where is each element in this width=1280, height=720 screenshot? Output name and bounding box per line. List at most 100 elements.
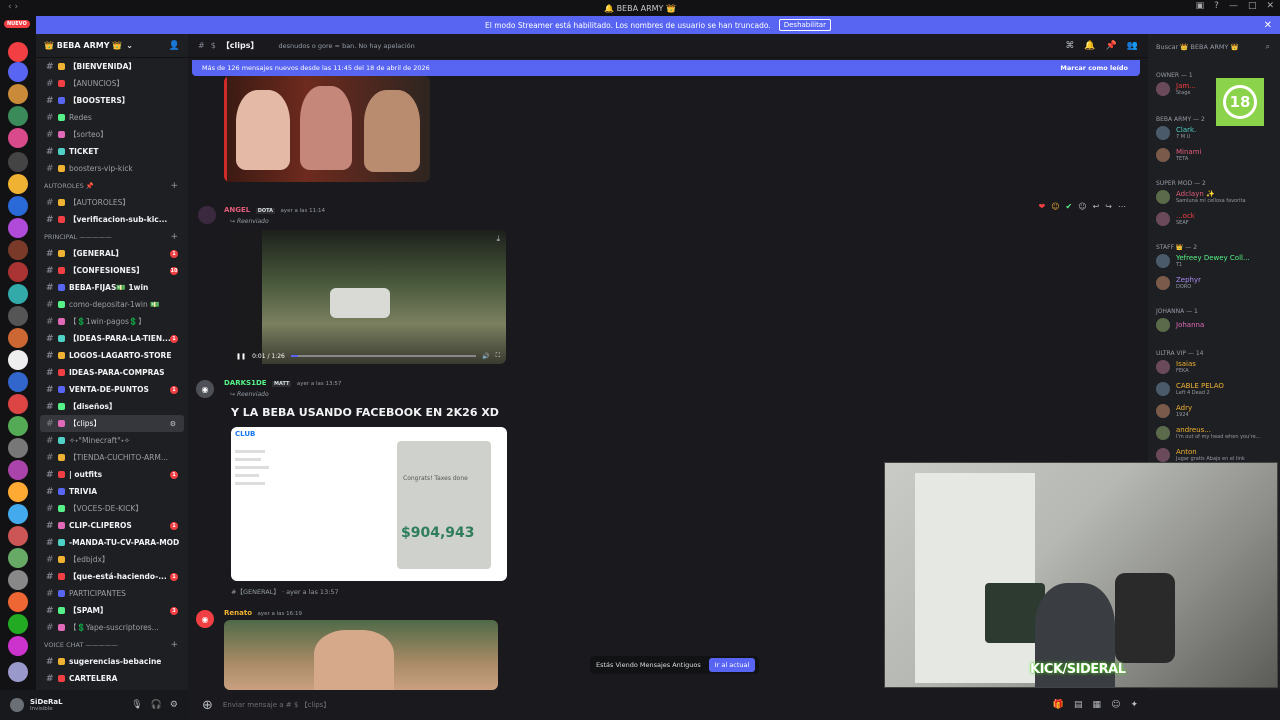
channel-item[interactable]: # sugerencias-bebacine [36, 653, 188, 670]
channel-item[interactable]: # CARTELERA [36, 670, 188, 687]
server-icon[interactable] [8, 548, 28, 568]
microphone-icon[interactable]: 🎙 [131, 700, 142, 710]
channel-item[interactable]: # 【BIENVENIDA】 [36, 58, 188, 75]
member-item[interactable]: ...ock SEAF [1156, 210, 1195, 228]
search-input[interactable]: Buscar 👑 BEBA ARMY 👑 ⌕ [1152, 40, 1276, 54]
channel-item[interactable]: # ✧˖°Minecraft°˖✧ [36, 432, 188, 449]
server-icon[interactable] [8, 526, 28, 546]
image-attachment[interactable] [224, 620, 498, 690]
server-icon[interactable] [8, 636, 28, 656]
help-icon[interactable]: ? [1214, 1, 1219, 11]
server-icon[interactable] [8, 84, 28, 104]
channel-item[interactable]: # 【edbjdx】 [36, 551, 188, 568]
headphones-icon[interactable]: 🎧 [151, 700, 162, 710]
channel-item[interactable]: # 【CONFESIONES】 10 [36, 262, 188, 279]
server-icon[interactable] [8, 62, 28, 82]
server-icon[interactable] [8, 106, 28, 126]
member-item[interactable]: Adry 1924 [1156, 402, 1192, 420]
channel-item[interactable]: # BEBA-FIJAS💵 1win [36, 279, 188, 296]
members-icon[interactable]: 👥 [1127, 41, 1138, 51]
category-autoroles[interactable]: AUTOROLES 📌 + [36, 177, 188, 194]
image-attachment[interactable] [224, 76, 430, 182]
avatar[interactable]: ◉ [196, 380, 214, 398]
member-item[interactable]: Clark. 7 M U [1156, 124, 1196, 142]
server-icon[interactable] [8, 460, 28, 480]
member-item[interactable]: CABLE PELAO Left 4 Dead 2 [1156, 380, 1224, 398]
nav-arrows[interactable]: ‹ › [8, 2, 18, 12]
channel-item[interactable]: # 【que-está-haciendo-... 1 [36, 568, 188, 585]
server-icon[interactable] [8, 504, 28, 524]
server-icon[interactable] [8, 262, 28, 282]
channel-item[interactable]: # TRIVIA [36, 483, 188, 500]
server-icon[interactable] [8, 306, 28, 326]
channel-item[interactable]: # 【clips】 ⚙ [40, 415, 184, 432]
pause-icon[interactable]: ❚❚ [236, 353, 246, 360]
minimize-button[interactable]: — [1229, 1, 1238, 11]
server-icon[interactable] [8, 570, 28, 590]
message-input[interactable]: Enviar mensaje a # $ 【clips】 [223, 700, 330, 710]
jump-to-present-button[interactable]: Ir al actual [708, 658, 756, 672]
gif-icon[interactable]: ▤ [1074, 700, 1083, 710]
forward-icon[interactable]: ↪ [1105, 202, 1112, 211]
emoji-icon[interactable]: ☺ [1111, 700, 1120, 710]
server-icon[interactable] [8, 350, 28, 370]
check-reaction-icon[interactable]: ✔ [1066, 202, 1073, 211]
channel-item[interactable]: # CLIP-CLIPEROS 1 [36, 517, 188, 534]
channel-item[interactable]: # 【ANUNCIOS】 [36, 75, 188, 92]
server-icon[interactable] [8, 438, 28, 458]
server-icon[interactable] [8, 394, 28, 414]
channel-item[interactable]: # 【SPAM】 3 [36, 602, 188, 619]
member-item[interactable]: Johanna [1156, 316, 1204, 334]
add-attachment-icon[interactable]: ⊕ [202, 698, 213, 713]
channel-item[interactable]: # IDEAS-PARA-COMPRAS [36, 364, 188, 381]
channel-item[interactable]: # 【IDEAS-PARA-LA-TIEN... 1 [36, 330, 188, 347]
channel-item[interactable]: # 【GENERAL】 1 [36, 245, 188, 262]
add-channel-icon[interactable]: + [170, 232, 178, 242]
member-item[interactable]: Isaias FEKA [1156, 358, 1196, 376]
server-icon[interactable] [8, 196, 28, 216]
channel-item[interactable]: # 【diseños】 [36, 398, 188, 415]
channel-item[interactable]: # 【VOCES-DE-KICK】 [36, 500, 188, 517]
message-author[interactable]: ANGEL DOTA ayer a las 11:14 [224, 206, 325, 214]
message-author[interactable]: Renato ayer a las 16:19 [224, 609, 302, 617]
disable-streamer-button[interactable]: Deshabilitar [778, 19, 831, 31]
more-icon[interactable]: ⋯ [1118, 202, 1126, 211]
server-icon[interactable] [8, 482, 28, 502]
avatar[interactable]: ◉ [196, 610, 214, 628]
bell-icon[interactable]: 🔔 [1084, 41, 1095, 51]
channel-item[interactable]: # -MANDA-TU-CV-PARA-MOD [36, 534, 188, 551]
close-window-button[interactable]: ✕ [1266, 1, 1274, 11]
server-icon[interactable] [8, 372, 28, 392]
fullscreen-icon[interactable]: ⛶ [496, 352, 500, 360]
server-icon[interactable] [8, 592, 28, 612]
channel-item[interactable]: # 【BOOSTERS】 [36, 92, 188, 109]
channel-item[interactable]: # Redes [36, 109, 188, 126]
category-principal[interactable]: PRINCIPAL ————— + [36, 228, 188, 245]
channel-item[interactable]: # 【💲1win-pagos💲】 [36, 313, 188, 330]
sticker-icon[interactable]: ▦ [1093, 700, 1102, 710]
channel-item[interactable]: # boosters-vip-kick [36, 160, 188, 177]
add-channel-icon[interactable]: + [170, 640, 178, 650]
threads-icon[interactable]: ⌘ [1065, 41, 1074, 51]
channel-item[interactable]: # 【TIENDA-CUCHITO-ARM... [36, 449, 188, 466]
member-item[interactable]: Zephyr DORO [1156, 274, 1201, 292]
server-icon[interactable] [8, 42, 28, 62]
server-icon[interactable] [8, 284, 28, 304]
member-item[interactable]: Minami TETA [1156, 146, 1201, 164]
server-icon[interactable] [8, 152, 28, 172]
server-icon[interactable] [8, 128, 28, 148]
gear-icon[interactable]: ⚙ [170, 700, 178, 710]
seek-bar[interactable] [290, 355, 477, 357]
member-item[interactable]: Adclayn ✨ Samluna mi cellosa favorita [1156, 188, 1246, 206]
forward-origin[interactable]: #【GENERAL】 · ayer a las 13:57 [231, 586, 339, 596]
category-voice[interactable]: VOICE CHAT ————— + [36, 636, 188, 653]
laugh-reaction-icon[interactable]: ☺ [1051, 202, 1059, 211]
channel-item[interactable]: # 【verificacion-sub-kic... [36, 211, 188, 228]
add-channel-icon[interactable]: + [170, 181, 178, 191]
inbox-icon[interactable]: ▣ [1196, 1, 1205, 11]
avatar[interactable] [198, 206, 216, 224]
channel-item[interactable]: # VENTA-DE-PUNTOS 1 [36, 381, 188, 398]
gift-icon[interactable]: 🎁 [1053, 700, 1064, 710]
heart-reaction-icon[interactable]: ❤ [1039, 202, 1046, 211]
download-icon[interactable]: ⤓ [496, 234, 500, 244]
